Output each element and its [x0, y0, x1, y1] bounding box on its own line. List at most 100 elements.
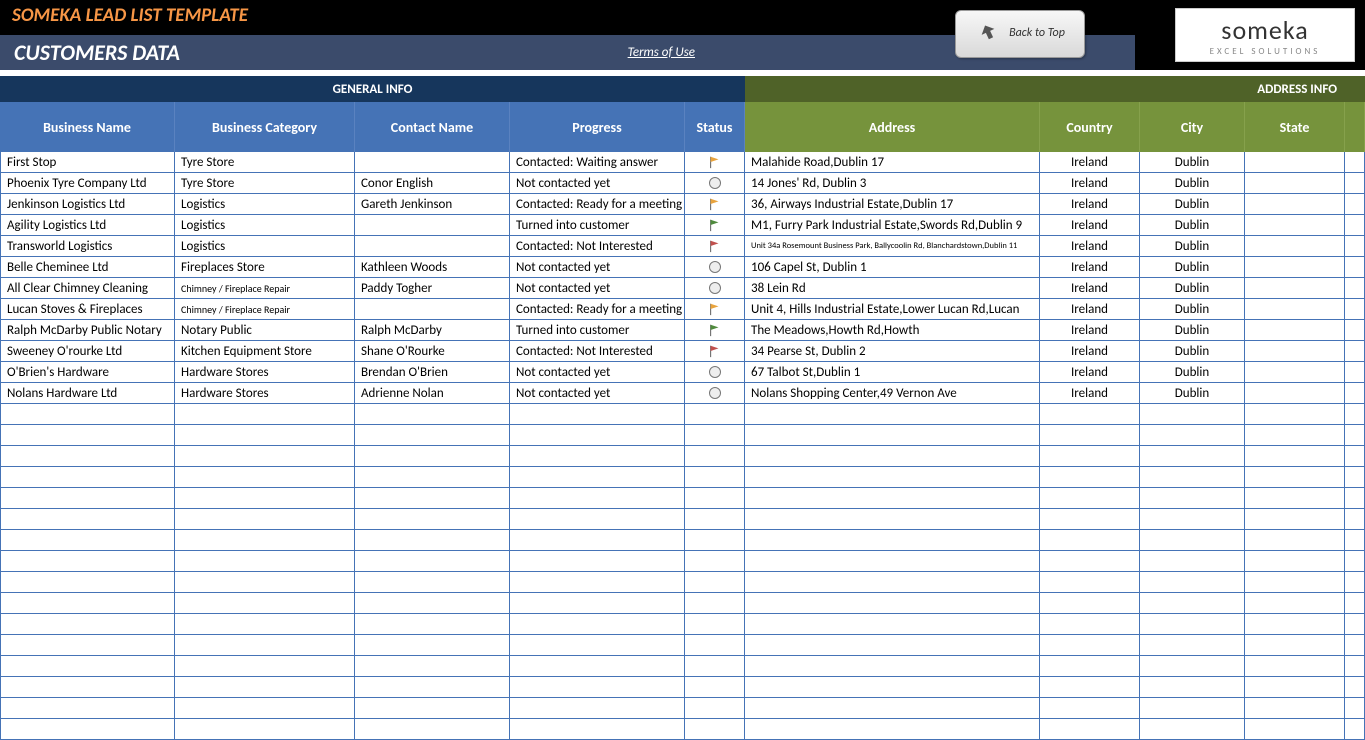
cell-progress[interactable]: Contacted: Not Interested [510, 236, 685, 257]
empty-cell[interactable] [175, 404, 355, 425]
empty-cell[interactable] [0, 446, 175, 467]
table-row[interactable]: Nolans Hardware LtdHardware StoresAdrien… [0, 383, 1365, 404]
col-city[interactable]: City [1140, 102, 1245, 152]
col-country[interactable]: Country [1040, 102, 1140, 152]
cell-city[interactable]: Dublin [1140, 278, 1245, 299]
table-row-empty[interactable] [0, 677, 1365, 698]
empty-cell[interactable] [510, 446, 685, 467]
cell-business-name[interactable]: Belle Cheminee Ltd [0, 257, 175, 278]
cell-extra[interactable] [1345, 152, 1365, 173]
empty-cell[interactable] [1140, 467, 1245, 488]
empty-cell[interactable] [355, 530, 510, 551]
empty-cell[interactable] [510, 656, 685, 677]
cell-business-name[interactable]: Transworld Logistics [0, 236, 175, 257]
col-contact-name[interactable]: Contact Name [355, 102, 510, 152]
empty-cell[interactable] [1345, 425, 1365, 446]
empty-cell[interactable] [1245, 698, 1345, 719]
cell-business-category[interactable]: Hardware Stores [175, 383, 355, 404]
cell-country[interactable]: Ireland [1040, 278, 1140, 299]
empty-cell[interactable] [0, 425, 175, 446]
empty-cell[interactable] [685, 698, 745, 719]
empty-cell[interactable] [1245, 719, 1345, 740]
empty-cell[interactable] [1140, 614, 1245, 635]
table-row[interactable]: All Clear Chimney CleaningChimney / Fire… [0, 278, 1365, 299]
table-row[interactable]: First StopTyre StoreContacted: Waiting a… [0, 152, 1365, 173]
empty-cell[interactable] [1345, 656, 1365, 677]
empty-cell[interactable] [355, 488, 510, 509]
table-row[interactable]: Jenkinson Logistics LtdLogisticsGareth J… [0, 194, 1365, 215]
cell-address[interactable]: M1, Furry Park Industrial Estate,Swords … [745, 215, 1040, 236]
empty-cell[interactable] [1345, 614, 1365, 635]
cell-business-category[interactable]: Fireplaces Store [175, 257, 355, 278]
cell-extra[interactable] [1345, 383, 1365, 404]
empty-cell[interactable] [1140, 698, 1245, 719]
empty-cell[interactable] [1245, 593, 1345, 614]
cell-business-category[interactable]: Chimney / Fireplace Repair [175, 278, 355, 299]
cell-status[interactable] [685, 299, 745, 320]
cell-progress[interactable]: Not contacted yet [510, 383, 685, 404]
cell-business-name[interactable]: Phoenix Tyre Company Ltd [0, 173, 175, 194]
cell-state[interactable] [1245, 152, 1345, 173]
cell-status[interactable] [685, 257, 745, 278]
cell-city[interactable]: Dublin [1140, 194, 1245, 215]
empty-cell[interactable] [510, 509, 685, 530]
cell-contact-name[interactable]: Ralph McDarby [355, 320, 510, 341]
empty-cell[interactable] [1345, 530, 1365, 551]
cell-state[interactable] [1245, 362, 1345, 383]
empty-cell[interactable] [685, 593, 745, 614]
empty-cell[interactable] [1140, 425, 1245, 446]
cell-status[interactable] [685, 194, 745, 215]
col-business-category[interactable]: Business Category [175, 102, 355, 152]
empty-cell[interactable] [510, 467, 685, 488]
empty-cell[interactable] [175, 572, 355, 593]
empty-cell[interactable] [1245, 572, 1345, 593]
empty-cell[interactable] [1140, 446, 1245, 467]
table-row-empty[interactable] [0, 425, 1365, 446]
cell-address[interactable]: Malahide Road,Dublin 17 [745, 152, 1040, 173]
cell-country[interactable]: Ireland [1040, 299, 1140, 320]
cell-address[interactable]: The Meadows,Howth Rd,Howth [745, 320, 1040, 341]
empty-cell[interactable] [1140, 509, 1245, 530]
empty-cell[interactable] [1345, 551, 1365, 572]
empty-cell[interactable] [0, 719, 175, 740]
empty-cell[interactable] [685, 530, 745, 551]
empty-cell[interactable] [1040, 677, 1140, 698]
empty-cell[interactable] [745, 677, 1040, 698]
empty-cell[interactable] [510, 677, 685, 698]
cell-business-name[interactable]: Ralph McDarby Public Notary [0, 320, 175, 341]
empty-cell[interactable] [1040, 635, 1140, 656]
empty-cell[interactable] [1345, 404, 1365, 425]
empty-cell[interactable] [0, 509, 175, 530]
empty-cell[interactable] [1140, 530, 1245, 551]
empty-cell[interactable] [510, 614, 685, 635]
empty-cell[interactable] [1245, 656, 1345, 677]
empty-cell[interactable] [355, 446, 510, 467]
empty-cell[interactable] [1140, 593, 1245, 614]
empty-cell[interactable] [745, 614, 1040, 635]
empty-cell[interactable] [1345, 635, 1365, 656]
empty-cell[interactable] [745, 698, 1040, 719]
empty-cell[interactable] [0, 404, 175, 425]
table-row-empty[interactable] [0, 614, 1365, 635]
empty-cell[interactable] [0, 467, 175, 488]
table-row[interactable]: Lucan Stoves & FireplacesChimney / Firep… [0, 299, 1365, 320]
cell-state[interactable] [1245, 341, 1345, 362]
empty-cell[interactable] [510, 719, 685, 740]
cell-country[interactable]: Ireland [1040, 383, 1140, 404]
table-row[interactable]: Agility Logistics LtdLogisticsTurned int… [0, 215, 1365, 236]
cell-business-category[interactable]: Kitchen Equipment Store [175, 341, 355, 362]
cell-extra[interactable] [1345, 278, 1365, 299]
cell-progress[interactable]: Turned into customer [510, 320, 685, 341]
cell-progress[interactable]: Not contacted yet [510, 257, 685, 278]
empty-cell[interactable] [355, 593, 510, 614]
empty-cell[interactable] [0, 614, 175, 635]
empty-cell[interactable] [0, 551, 175, 572]
empty-cell[interactable] [1345, 593, 1365, 614]
cell-contact-name[interactable]: Gareth Jenkinson [355, 194, 510, 215]
cell-business-category[interactable]: Hardware Stores [175, 362, 355, 383]
empty-cell[interactable] [355, 698, 510, 719]
empty-cell[interactable] [175, 614, 355, 635]
empty-cell[interactable] [685, 467, 745, 488]
empty-cell[interactable] [685, 551, 745, 572]
col-business-name[interactable]: Business Name [0, 102, 175, 152]
